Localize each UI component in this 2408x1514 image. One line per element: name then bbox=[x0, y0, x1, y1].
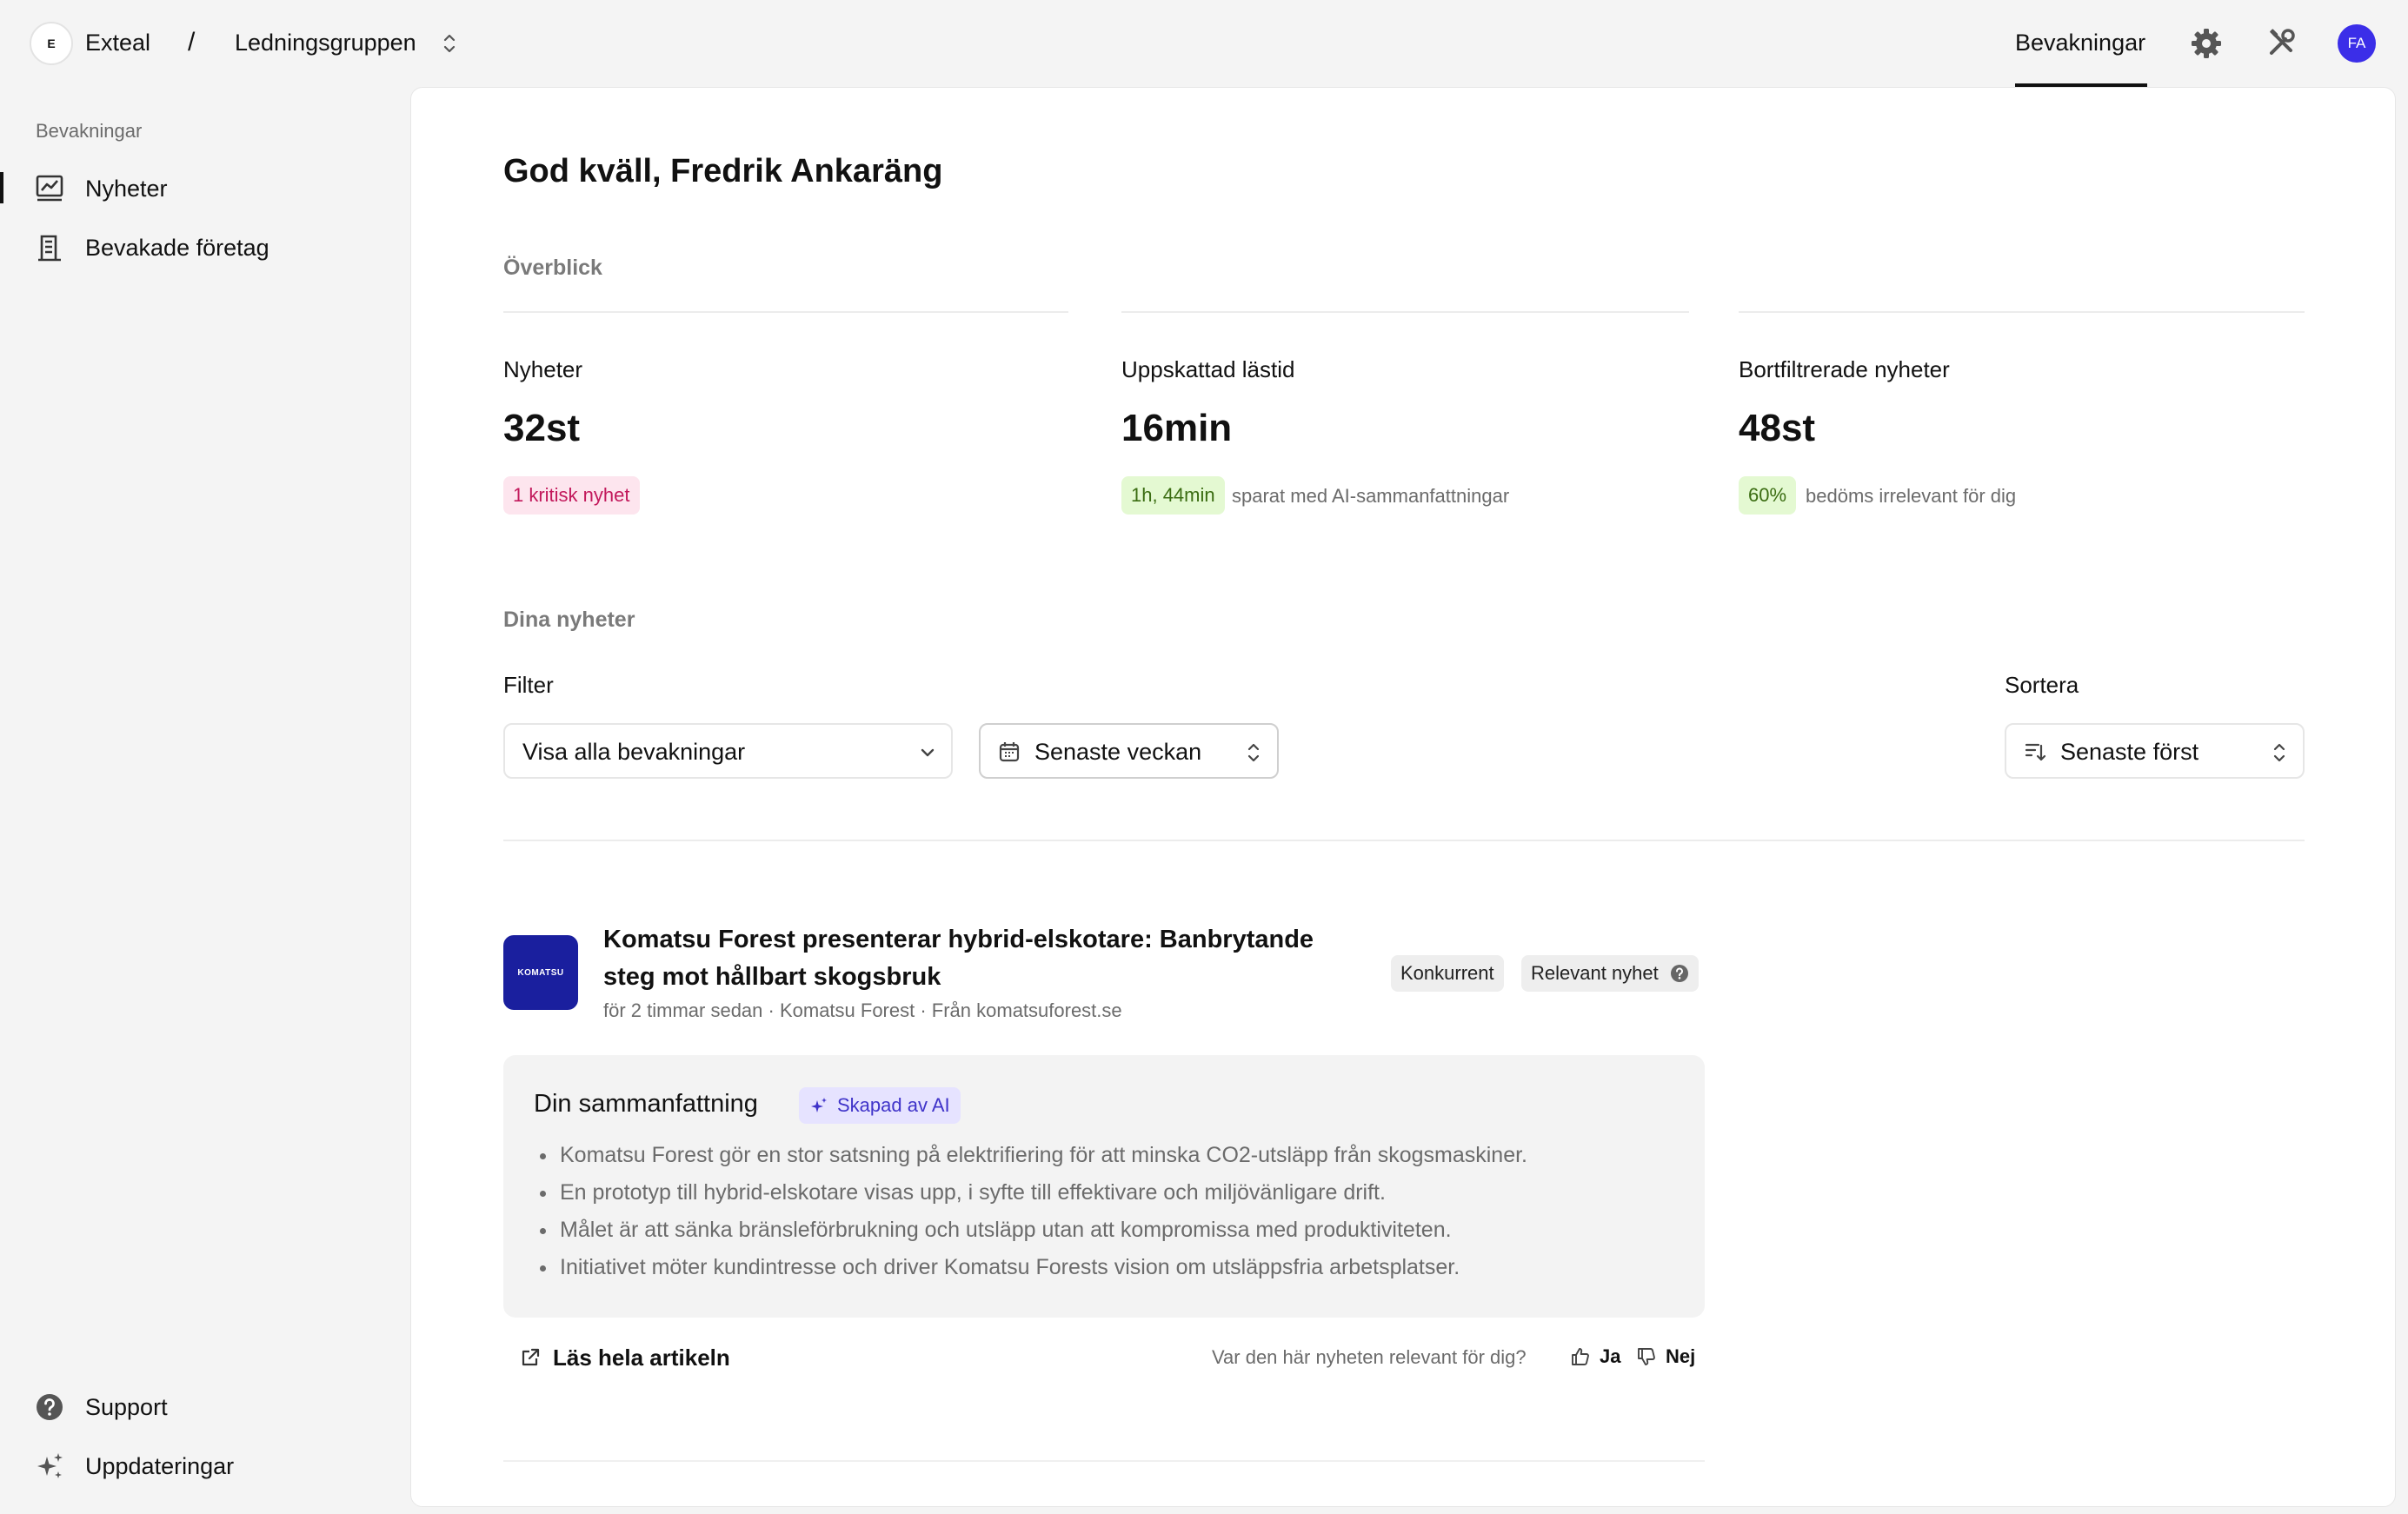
news-icon bbox=[36, 175, 63, 202]
vote-yes-button[interactable]: Ja bbox=[1570, 1344, 1620, 1370]
stat-news-value: 32st bbox=[503, 407, 581, 449]
ai-generated-badge: Skapad av AI bbox=[799, 1087, 961, 1124]
article-meta: för 2 timmar sedan · Komatsu Forest · Fr… bbox=[603, 999, 1122, 1021]
thumbs-up-icon bbox=[1572, 1348, 1589, 1365]
filter-label: Filter bbox=[503, 672, 554, 698]
summary-title: Din sammanfattning bbox=[534, 1090, 758, 1118]
gear-icon[interactable] bbox=[2189, 26, 2224, 61]
select-value: Senaste veckan bbox=[1034, 739, 1202, 765]
sidebar-heading: Bevakningar bbox=[36, 120, 143, 142]
sort-select[interactable]: Senaste först bbox=[2005, 723, 2305, 779]
stat-news-title: Nyheter bbox=[503, 356, 583, 382]
stat-filtered-title: Bortfiltrerade nyheter bbox=[1739, 356, 1950, 382]
list-item: Målet är att sänka bränsleförbrukning oc… bbox=[534, 1212, 1527, 1249]
select-value: Visa alla bevakningar bbox=[522, 739, 746, 765]
ai-badge-label: Skapad av AI bbox=[837, 1094, 950, 1116]
stat-filtered-value: 48st bbox=[1739, 407, 1816, 449]
sidebar-item-label: Nyheter bbox=[85, 176, 168, 202]
sort-label: Sortera bbox=[2005, 672, 2079, 698]
chevron-down-icon bbox=[921, 748, 935, 757]
summary-list: Komatsu Forest gör en stor satsning på e… bbox=[534, 1137, 1527, 1286]
top-bar: E Exteal / Ledningsgruppen Bevakningar F… bbox=[0, 0, 2408, 87]
org-avatar[interactable]: E bbox=[30, 22, 73, 65]
sidebar-item-label: Bevakade företag bbox=[85, 235, 269, 261]
org-name[interactable]: Exteal bbox=[85, 30, 150, 56]
sidebar-item-support[interactable]: Support bbox=[0, 1380, 382, 1432]
time-saved-note: sparat med AI-sammanfattningar bbox=[1232, 485, 1510, 507]
critical-badge: 1 kritisk nyhet bbox=[503, 476, 640, 515]
vote-no-button[interactable]: Nej bbox=[1636, 1344, 1695, 1370]
list-item: Initiativet möter kundintresse och drive… bbox=[534, 1249, 1527, 1286]
divider bbox=[503, 840, 2305, 841]
sidebar-item-label: Uppdateringar bbox=[85, 1453, 235, 1479]
sort-icon bbox=[2025, 743, 2046, 761]
relevance-question: Var den här nyheten relevant för dig? bbox=[1212, 1346, 1527, 1368]
chevron-updown-icon bbox=[2273, 743, 2285, 762]
sidebar-item-bevakade-foretag[interactable]: Bevakade företag bbox=[0, 221, 382, 273]
tag-competitor: Konkurrent bbox=[1391, 955, 1504, 992]
vote-no-label: Nej bbox=[1666, 1345, 1696, 1367]
tag-relevant: Relevant nyhet bbox=[1521, 955, 1699, 992]
list-item: Komatsu Forest gör en stor satsning på e… bbox=[534, 1137, 1527, 1174]
sidebar-item-nyheter[interactable]: Nyheter bbox=[0, 162, 382, 214]
building-icon bbox=[38, 235, 61, 262]
read-full-article-link[interactable]: Läs hela artikeln bbox=[520, 1342, 730, 1373]
sparkles-icon bbox=[37, 1453, 63, 1478]
help-circle-icon bbox=[37, 1394, 63, 1420]
divider bbox=[1121, 311, 1689, 313]
sidebar-item-uppdateringar[interactable]: Uppdateringar bbox=[0, 1439, 382, 1491]
divider bbox=[503, 311, 1068, 313]
user-avatar[interactable]: FA bbox=[2338, 24, 2376, 63]
filtered-percent-badge: 60% bbox=[1739, 476, 1797, 515]
tab-bevakningar[interactable]: Bevakningar bbox=[2015, 30, 2145, 56]
stat-readtime-value: 16min bbox=[1121, 407, 1233, 449]
overview-heading: Överblick bbox=[503, 256, 602, 280]
thumbs-down-icon bbox=[1638, 1348, 1655, 1365]
help-circle-icon[interactable] bbox=[1670, 964, 1689, 983]
filtered-note: bedöms irrelevant för dig bbox=[1806, 485, 2017, 507]
breadcrumb-separator: / bbox=[188, 28, 196, 56]
group-name[interactable]: Ledningsgruppen bbox=[235, 30, 416, 56]
external-link-icon bbox=[522, 1348, 540, 1366]
time-saved-badge: 1h, 44min bbox=[1121, 476, 1225, 515]
tools-icon[interactable] bbox=[2264, 26, 2298, 61]
divider bbox=[503, 1460, 1705, 1462]
sparkles-icon bbox=[811, 1098, 827, 1112]
chevron-updown-icon[interactable] bbox=[441, 30, 458, 56]
article-title[interactable]: Komatsu Forest presenterar hybrid-elskot… bbox=[603, 921, 1368, 996]
period-select[interactable]: Senaste veckan bbox=[979, 723, 1279, 779]
news-heading: Dina nyheter bbox=[503, 608, 635, 632]
stat-readtime-title: Uppskattad lästid bbox=[1121, 356, 1295, 382]
page-title: God kväll, Fredrik Ankaräng bbox=[503, 153, 943, 189]
divider bbox=[1739, 311, 2305, 313]
company-logo: KOMATSU bbox=[503, 935, 578, 1010]
watchlist-filter-select[interactable]: Visa alla bevakningar bbox=[503, 723, 953, 779]
vote-yes-label: Ja bbox=[1600, 1345, 1621, 1367]
calendar-icon bbox=[999, 742, 1020, 762]
select-value: Senaste först bbox=[2060, 739, 2199, 765]
sidebar-item-label: Support bbox=[85, 1394, 168, 1420]
tag-label: Relevant nyhet bbox=[1531, 962, 1659, 984]
list-item: En prototyp till hybrid-elskotare visas … bbox=[534, 1174, 1527, 1212]
chevron-updown-icon bbox=[1247, 743, 1260, 762]
read-link-label: Läs hela artikeln bbox=[553, 1344, 730, 1371]
